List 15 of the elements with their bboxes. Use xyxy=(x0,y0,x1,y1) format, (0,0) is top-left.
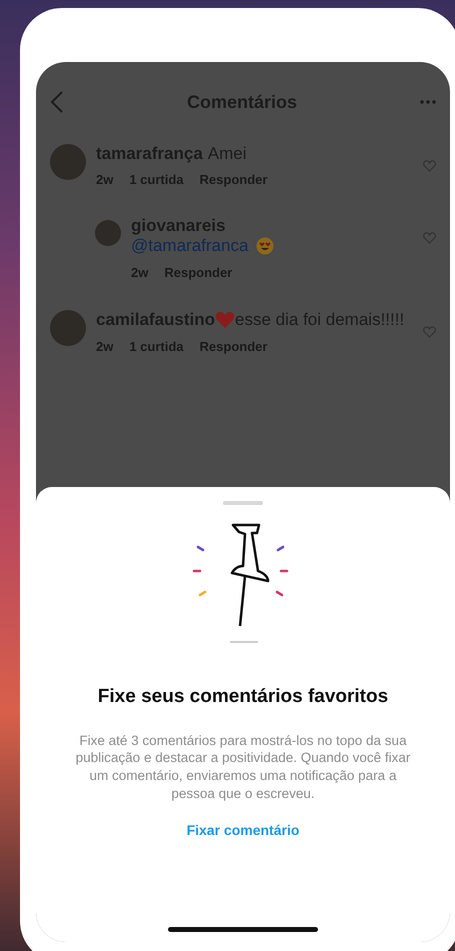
mention-link[interactable]: @tamarafranca xyxy=(131,236,248,257)
sheet-title: Fixe seus comentários favoritos xyxy=(98,685,388,709)
avatar-photo xyxy=(50,310,86,346)
more-icon[interactable] xyxy=(420,100,436,104)
back-icon[interactable] xyxy=(50,90,64,114)
smiling-face-icon xyxy=(256,237,274,256)
pin-comment-button[interactable]: Fixar comentário xyxy=(180,818,306,842)
drag-handle[interactable] xyxy=(223,501,263,505)
avatar-photo xyxy=(95,220,121,246)
like-heart-icon[interactable] xyxy=(423,232,436,244)
sheet-description: Fixe até 3 comentários para mostrá-los no topo da sua publicação e destacar a positividade. Quando você fixar um comentário, enviaremos uma notificação para a pessoa que o escreveu. xyxy=(74,732,412,803)
like-heart-icon[interactable] xyxy=(423,326,436,338)
like-heart-icon[interactable] xyxy=(423,160,436,172)
avatar-photo xyxy=(50,144,86,180)
heart-emoji-icon xyxy=(215,311,236,330)
